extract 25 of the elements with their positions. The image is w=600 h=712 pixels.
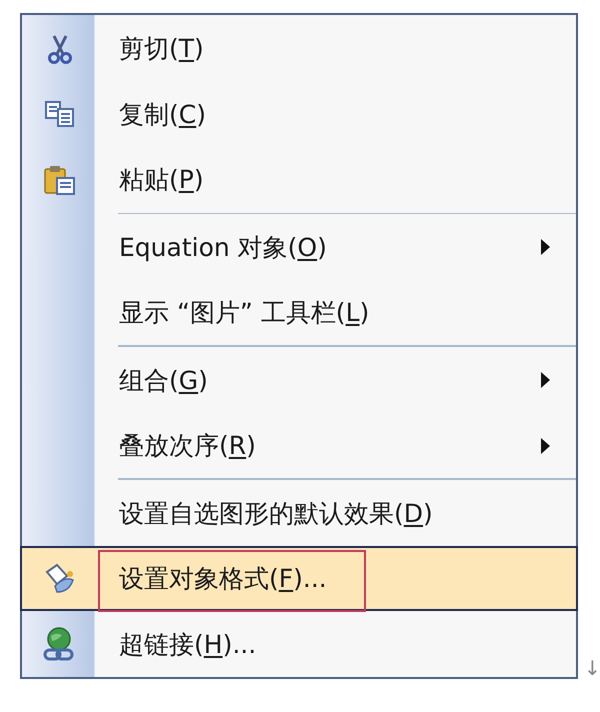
menu-item[interactable]: Equation 对象(O) — [22, 214, 576, 280]
menu-item[interactable]: 组合(G) — [22, 347, 576, 413]
menu-item-label: Equation 对象(O) — [119, 232, 327, 264]
menu-item[interactable]: 粘贴(P) — [22, 147, 576, 212]
copy-icon — [44, 100, 76, 128]
menu-item-label: 组合(G) — [119, 364, 208, 397]
arrow-mark: ↓ — [584, 656, 600, 680]
menu-item-label: 设置自选图形的默认效果(D) — [119, 498, 433, 530]
menu-item[interactable]: 剪切(T) — [22, 16, 576, 82]
menu-item[interactable]: 复制(C) — [22, 82, 576, 147]
menu-item-label: 设置对象格式(F)... — [119, 563, 327, 596]
menu-item[interactable]: 显示 “图片” 工具栏(L) — [22, 280, 576, 346]
paint-bucket-icon — [42, 562, 76, 596]
menu-item[interactable]: 设置自选图形的默认效果(D) — [22, 480, 576, 546]
scissors-icon — [46, 34, 72, 64]
menu-item[interactable]: 叠放次序(R) — [22, 412, 576, 478]
menu-item-label: 显示 “图片” 工具栏(L) — [119, 297, 370, 330]
menu-item-label: 剪切(T) — [119, 33, 204, 66]
menu-item[interactable]: 超链接(H)... — [22, 611, 576, 677]
clipboard-icon — [42, 164, 76, 196]
menu-item-label: 复制(C) — [119, 98, 206, 131]
menu-item-label: 叠放次序(R) — [119, 430, 256, 462]
menu-item-label: 粘贴(P) — [119, 164, 204, 196]
menu-item[interactable]: 设置对象格式(F)... — [20, 546, 578, 612]
menu-item-label: 超链接(H)... — [119, 628, 256, 661]
